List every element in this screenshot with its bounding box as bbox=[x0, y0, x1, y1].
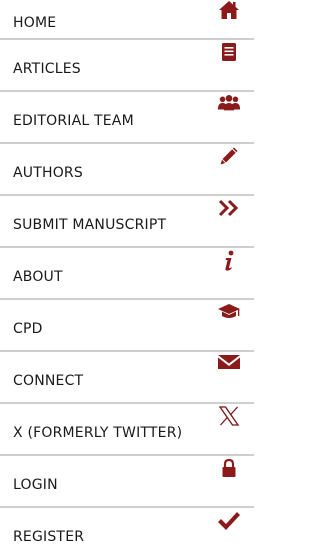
double-chevron-right-icon bbox=[217, 198, 241, 222]
menu-item-label: ABOUT bbox=[13, 269, 63, 285]
menu-item-label: REGISTER bbox=[13, 529, 85, 545]
home-icon bbox=[217, 0, 241, 24]
graduation-cap-icon bbox=[217, 302, 241, 326]
menu-item-label: HOME bbox=[13, 15, 57, 31]
menu-item-label: ARTICLES bbox=[13, 61, 81, 77]
document-icon bbox=[217, 42, 241, 66]
users-icon bbox=[217, 94, 241, 118]
menu-item-articles[interactable]: ARTICLES bbox=[0, 40, 254, 92]
side-navigation-menu: HOME ARTICLES EDITORIAL TEAM AUTHORS SUB… bbox=[0, 0, 254, 558]
menu-item-label: CONNECT bbox=[13, 373, 84, 389]
menu-item-authors[interactable]: AUTHORS bbox=[0, 144, 254, 196]
menu-item-label: CPD bbox=[13, 321, 43, 337]
x-logo-icon bbox=[217, 406, 241, 430]
menu-item-label: X (FORMERLY TWITTER) bbox=[13, 425, 183, 441]
menu-item-label: AUTHORS bbox=[13, 165, 83, 181]
menu-item-label: SUBMIT MANUSCRIPT bbox=[13, 217, 167, 233]
pencil-icon bbox=[217, 146, 241, 170]
menu-item-connect[interactable]: CONNECT bbox=[0, 352, 254, 404]
menu-item-label: EDITORIAL TEAM bbox=[13, 113, 134, 129]
menu-item-about[interactable]: ABOUT bbox=[0, 248, 254, 300]
lock-icon bbox=[217, 458, 241, 482]
info-icon bbox=[217, 250, 241, 274]
menu-item-x-formerly-twitter[interactable]: X (FORMERLY TWITTER) bbox=[0, 404, 254, 456]
envelope-icon bbox=[217, 354, 241, 378]
menu-item-register[interactable]: REGISTER bbox=[0, 508, 254, 558]
checkmark-icon bbox=[217, 510, 241, 534]
menu-item-editorial-team[interactable]: EDITORIAL TEAM bbox=[0, 92, 254, 144]
menu-item-cpd[interactable]: CPD bbox=[0, 300, 254, 352]
menu-item-label: LOGIN bbox=[13, 477, 58, 493]
menu-item-submit-manuscript[interactable]: SUBMIT MANUSCRIPT bbox=[0, 196, 254, 248]
menu-item-home[interactable]: HOME bbox=[0, 0, 254, 40]
menu-item-login[interactable]: LOGIN bbox=[0, 456, 254, 508]
